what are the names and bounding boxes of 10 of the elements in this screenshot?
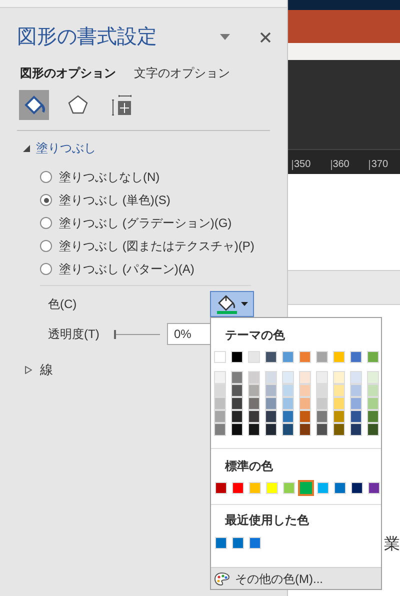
menu-heading: テーマの色 [224, 327, 286, 344]
ruler-number: 360 [330, 160, 350, 170]
ruler-number: 370 [369, 160, 388, 170]
transparency-label: 透明度(T) [48, 326, 100, 343]
document-text: 業 [384, 537, 400, 553]
color-label: 色(C) [48, 296, 78, 313]
menu-heading: 最近使用した色 [224, 512, 310, 529]
menu-heading: 標準の色 [224, 458, 274, 475]
ruler-number: 350 [292, 160, 311, 170]
pane-title: 図形の書式設定 [17, 25, 158, 50]
